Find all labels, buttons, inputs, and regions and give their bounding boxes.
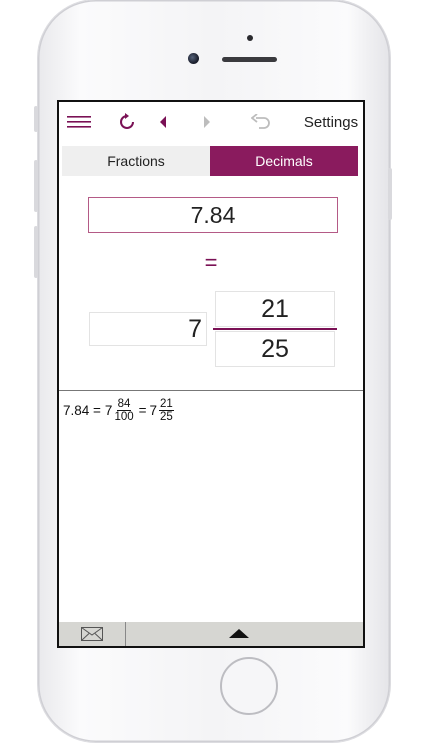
steps-result-whole: 7 [149, 403, 158, 418]
volume-up-button [34, 160, 38, 212]
menu-icon[interactable] [65, 108, 93, 136]
steps-mid-denominator: 100 [114, 411, 134, 423]
steps-lhs: 7.84 = [63, 403, 101, 418]
mode-segmented-control: Fractions Decimals [62, 146, 358, 176]
numerator-field[interactable]: 21 [215, 291, 335, 327]
chevron-up-icon[interactable] [229, 629, 249, 638]
bottom-bar [59, 622, 363, 646]
equals-sign: = [204, 250, 218, 275]
home-button[interactable] [220, 657, 278, 715]
tab-decimals[interactable]: Decimals [210, 146, 358, 176]
triangle-right-icon[interactable] [195, 108, 219, 136]
steps-mid-numerator: 84 [116, 398, 132, 411]
volume-down-button [34, 226, 38, 278]
back-icon-glyph [160, 116, 166, 128]
power-button [388, 168, 392, 220]
settings-button[interactable]: Settings [301, 108, 361, 136]
decimal-input[interactable]: 7.84 [88, 197, 338, 233]
solution-steps: 7.84 = 7 84 100 = 7 21 25 [63, 398, 176, 423]
envelope-icon[interactable] [59, 622, 126, 646]
triangle-left-icon[interactable] [151, 108, 175, 136]
denominator-field[interactable]: 25 [215, 331, 335, 367]
app-screen: Settings Fractions Decimals 7.84 = 7 21 … [57, 100, 365, 648]
steps-mid-whole: 7 [104, 403, 113, 418]
menu-icon-glyph [67, 116, 91, 128]
steps-equals: = [138, 403, 147, 418]
refresh-icon-glyph [120, 113, 134, 129]
front-sensor [247, 35, 253, 41]
forward-icon-glyph [204, 116, 210, 128]
steps-mid-fraction: 84 100 [114, 398, 133, 423]
toolbar: Settings [59, 102, 363, 142]
undo-icon-glyph [251, 114, 270, 129]
refresh-icon[interactable] [113, 108, 141, 136]
earpiece-speaker [222, 57, 277, 62]
tab-fractions[interactable]: Fractions [62, 146, 210, 176]
steps-result-denominator: 25 [160, 411, 173, 423]
mute-switch [34, 106, 38, 132]
front-camera [188, 53, 199, 64]
steps-result-numerator: 21 [159, 398, 174, 411]
section-divider [59, 390, 363, 391]
envelope-icon-glyph [81, 627, 103, 641]
whole-number-field[interactable]: 7 [89, 312, 207, 346]
undo-icon[interactable] [247, 108, 275, 136]
steps-result-fraction: 21 25 [159, 398, 174, 423]
fraction-bar [213, 328, 337, 330]
